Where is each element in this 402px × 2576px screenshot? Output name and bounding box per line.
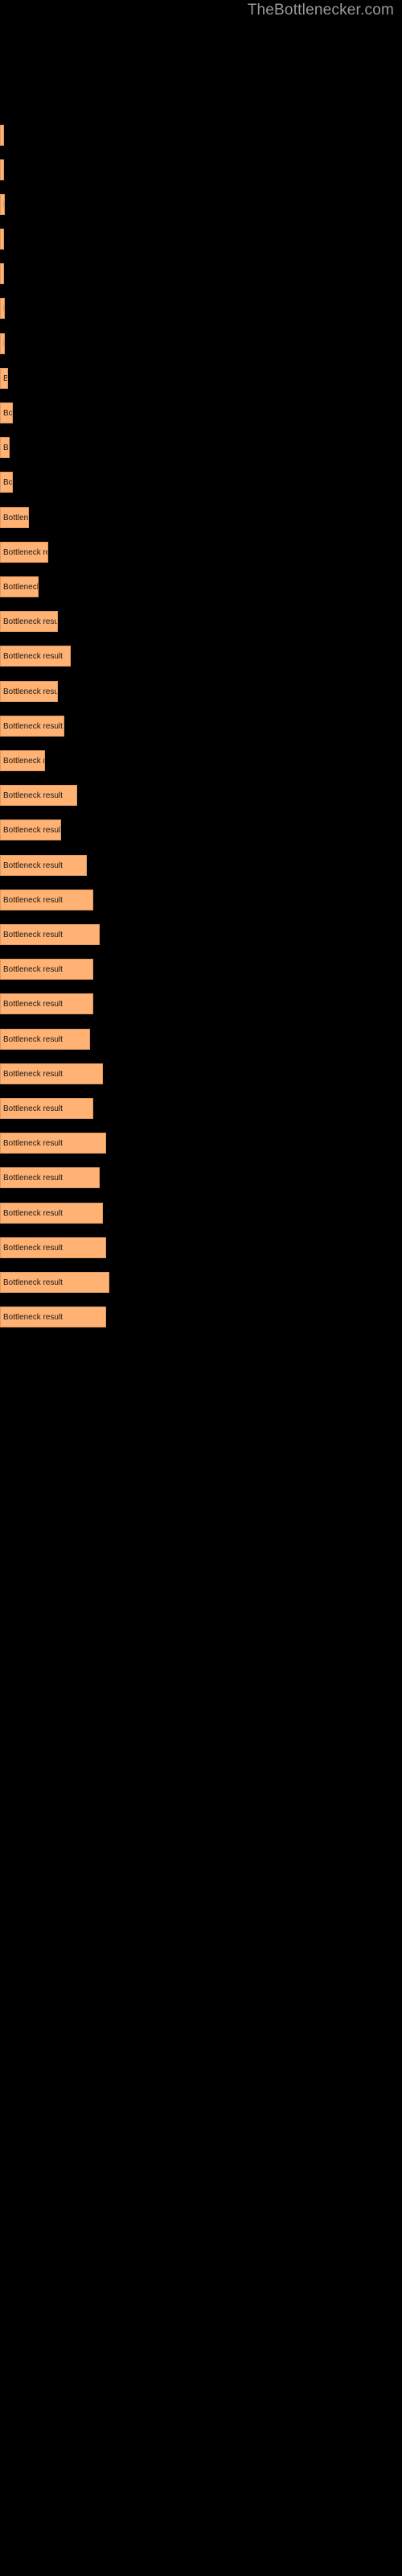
bar-item: Bottleneck result: [0, 576, 39, 597]
bar-chart-plot-area: Bottleneck result Bottleneck result Bottle…: [0, 0, 402, 2576]
bar-item: Bottleneck result: [0, 159, 4, 180]
bar-item: Bottleneck result: [0, 402, 13, 423]
bar-label: Bottleneck result: [3, 1173, 63, 1183]
bar-item: Bottleneck result: [0, 1133, 106, 1154]
bar-item: Bottleneck result: [0, 959, 93, 980]
bar-item: Bottleneck result: [0, 924, 100, 945]
bar-item: Bottleneck result: [0, 507, 29, 528]
bar-item: Bottleneck result: [0, 750, 45, 771]
bar-item: Bottleneck result: [0, 437, 10, 458]
bar-label: Bottleneck result: [3, 1243, 63, 1253]
bar-item: Bottleneck result: [0, 646, 71, 667]
bar-item: Bottleneck result: [0, 819, 61, 840]
bar-item: Bottleneck result: [0, 368, 8, 389]
bar-item: Bottleneck result: [0, 125, 4, 146]
bar-label: Bottleneck result: [3, 477, 13, 487]
bar-label: Bottleneck result: [3, 374, 7, 383]
bar-label: Bottleneck result: [3, 304, 4, 313]
bar-label: Bottleneck result: [3, 791, 63, 800]
bar-label: Bottleneck result: [3, 964, 63, 974]
bar-item: Bottleneck result: [0, 333, 5, 354]
bar-item: Bottleneck result: [0, 298, 5, 319]
bar-label: Bottleneck result: [3, 166, 4, 175]
bar-label: Bottleneck result: [3, 200, 4, 209]
bar-item: Bottleneck result: [0, 229, 4, 250]
bar-label: Bottleneck result: [3, 861, 63, 870]
bar-item: Bottleneck result: [0, 1063, 103, 1084]
bar-label: Bottleneck result: [3, 651, 63, 661]
chart-page: TheBottlenecker.com Bottleneck resultBot…: [0, 0, 402, 2576]
bar-item: Bottleneck result: [0, 1237, 106, 1258]
bar-item: Bottleneck result: [0, 194, 5, 215]
bar-label: Bottleneck result: [3, 1138, 63, 1148]
bar-item: Bottleneck result: [0, 716, 64, 737]
bar-label: Bottleneck result: [3, 825, 61, 835]
bar-label: Bottleneck result: [3, 721, 63, 731]
bar-label: Bottleneck result: [3, 687, 58, 696]
bar-item: Bottleneck result: [0, 1098, 93, 1119]
bar-item: Bottleneck result: [0, 890, 93, 910]
bar-item: Bottleneck result: [0, 993, 93, 1014]
bar-label: Bottleneck result: [3, 235, 4, 244]
bar-label: Bottleneck result: [3, 895, 63, 905]
bar-label: Bottleneck result: [3, 930, 63, 939]
bar-item: Bottleneck result: [0, 681, 58, 702]
bar-item: Bottleneck result: [0, 1307, 106, 1327]
bar-item: Bottleneck result: [0, 472, 13, 493]
bar-label: Bottleneck result: [3, 582, 39, 592]
bar-label: Bottleneck result: [3, 513, 29, 522]
bar-label: Bottleneck result: [3, 999, 63, 1009]
bar-item: Bottleneck result: [0, 263, 4, 284]
bar-item: Bottleneck result: [0, 611, 58, 632]
bar-item: Bottleneck result: [0, 1167, 100, 1188]
bar-label: Bottleneck result: [3, 756, 44, 766]
bar-item: Bottleneck result: [0, 542, 48, 563]
bar-label: Bottleneck result: [3, 1208, 63, 1218]
bar-item: Bottleneck result: [0, 855, 87, 876]
bar-item: Bottleneck result: [0, 1203, 103, 1224]
bar-item: Bottleneck result: [0, 785, 77, 806]
bar-item: Bottleneck result: [0, 1029, 90, 1050]
bar-label: Bottleneck result: [3, 443, 9, 452]
bar-label: Bottleneck result: [3, 1069, 63, 1079]
bar-label: Bottleneck result: [3, 270, 4, 279]
bar-label: Bottleneck result: [3, 1312, 63, 1322]
bar-label: Bottleneck result: [3, 1278, 63, 1287]
bar-label: Bottleneck result: [3, 1034, 63, 1044]
bar-label: Bottleneck result: [3, 131, 4, 140]
bar-label: Bottleneck result: [3, 340, 4, 349]
bar-label: Bottleneck result: [3, 1104, 63, 1113]
bar-item: Bottleneck result: [0, 1272, 109, 1293]
bar-label: Bottleneck result: [3, 617, 58, 626]
bar-label: Bottleneck result: [3, 408, 13, 418]
bar-label: Bottleneck result: [3, 547, 47, 557]
